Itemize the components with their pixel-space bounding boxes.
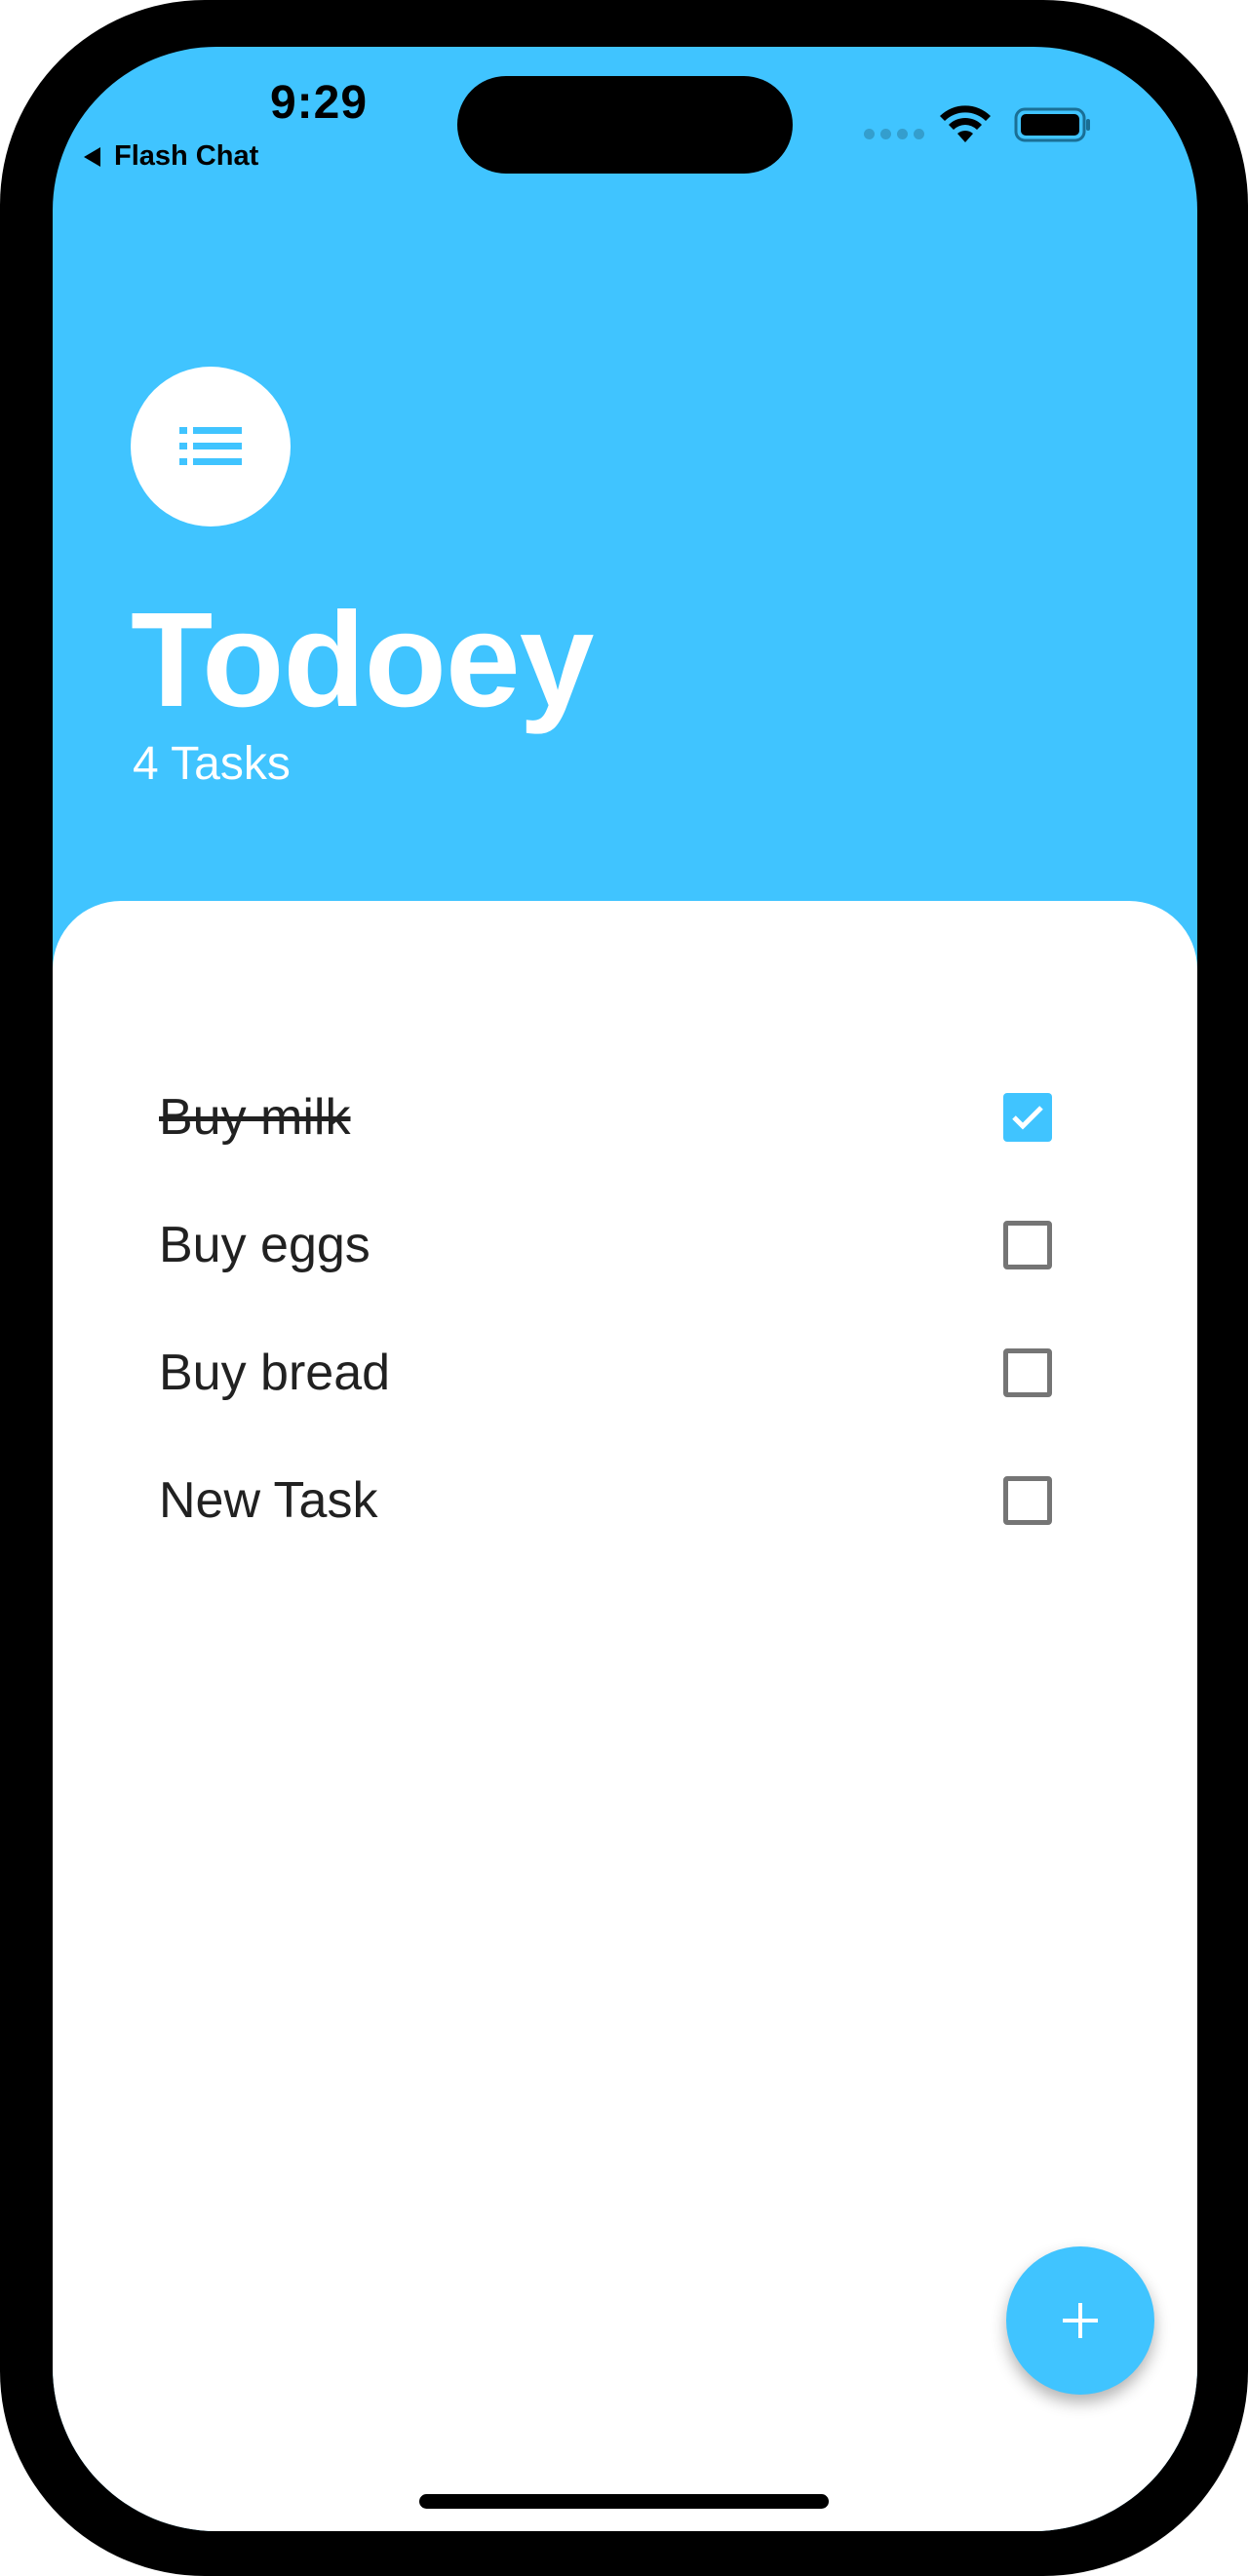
- phone-frame: 9:29 Flash Chat Todoey 4 Tasks Buy milk …: [0, 0, 1248, 2576]
- task-label: New Task: [159, 1471, 378, 1529]
- app-title: Todoey: [131, 585, 594, 735]
- task-label: Buy milk: [159, 1088, 351, 1146]
- battery-icon: [1014, 107, 1090, 142]
- task-checkbox[interactable]: [1003, 1475, 1052, 1525]
- dynamic-island: [457, 76, 793, 174]
- status-time: 9:29: [269, 77, 369, 129]
- task-item-new-task[interactable]: New Task: [53, 1436, 1197, 1564]
- task-checkbox[interactable]: [1003, 1220, 1052, 1269]
- task-label: Buy bread: [159, 1344, 391, 1401]
- task-list: Buy milk Buy eggs Buy bread New Task: [53, 1053, 1197, 1564]
- add-task-button[interactable]: [1006, 2246, 1154, 2395]
- task-item-buy-eggs[interactable]: Buy eggs: [53, 1181, 1197, 1308]
- back-app-label: Flash Chat: [114, 140, 259, 172]
- task-label: Buy eggs: [159, 1216, 370, 1273]
- list-icon-avatar: [131, 367, 291, 527]
- task-count: 4 Tasks: [133, 738, 291, 790]
- home-indicator[interactable]: [419, 2494, 829, 2509]
- task-item-buy-bread[interactable]: Buy bread: [53, 1308, 1197, 1436]
- checkmark-icon: [1012, 1105, 1043, 1130]
- signal-dots-icon: [864, 129, 924, 139]
- app-screen: 9:29 Flash Chat Todoey 4 Tasks Buy milk …: [53, 47, 1197, 2531]
- back-to-app-link[interactable]: Flash Chat: [84, 140, 258, 173]
- list-icon: [179, 427, 242, 465]
- task-checkbox-checked[interactable]: [1003, 1092, 1052, 1142]
- task-item-buy-milk[interactable]: Buy milk: [53, 1053, 1197, 1181]
- plus-icon: [1063, 2303, 1098, 2338]
- back-arrow-icon: [84, 146, 100, 167]
- wifi-icon: [940, 105, 991, 142]
- task-checkbox[interactable]: [1003, 1347, 1052, 1397]
